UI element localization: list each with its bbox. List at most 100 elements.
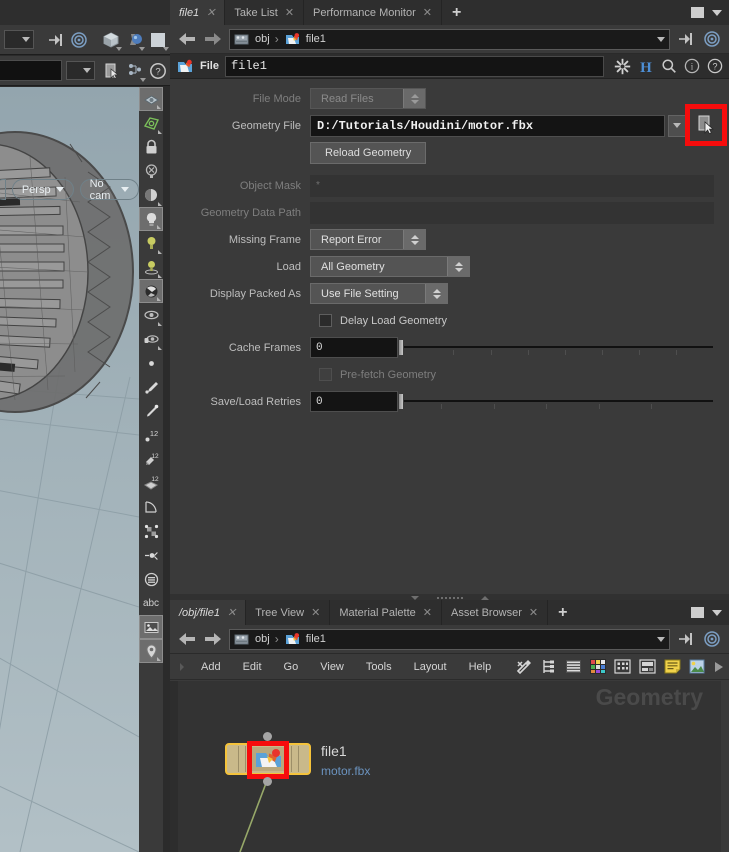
color-palette-icon[interactable]: [590, 659, 606, 674]
material-sphere-icon[interactable]: [139, 279, 163, 303]
hierarchy-icon[interactable]: [541, 658, 557, 675]
chevron-down-icon[interactable]: [657, 36, 665, 42]
menu-layout[interactable]: Layout: [403, 654, 458, 680]
close-icon[interactable]: ✕: [423, 6, 432, 19]
node-file1[interactable]: [225, 732, 311, 786]
play-arrow-icon[interactable]: [713, 660, 725, 674]
path-root[interactable]: obj: [255, 633, 270, 645]
network-vertical-scrollbar[interactable]: [170, 681, 178, 852]
geometry-data-path-input[interactable]: [310, 201, 714, 224]
splitter-expand-icon[interactable]: [480, 595, 489, 600]
chevron-down-icon[interactable]: [657, 636, 665, 642]
tab-performance-monitor[interactable]: Performance Monitor ✕: [304, 0, 442, 25]
lock-icon[interactable]: [139, 135, 163, 159]
close-icon[interactable]: ✕: [529, 606, 538, 619]
path-node[interactable]: file1: [306, 633, 326, 645]
file-chooser-pointer-icon[interactable]: [696, 115, 716, 135]
light-ball-icon[interactable]: [123, 28, 147, 52]
target-icon[interactable]: [702, 29, 722, 49]
close-icon[interactable]: ✕: [206, 6, 215, 19]
spinner-icon[interactable]: [403, 89, 425, 108]
menu-tools[interactable]: Tools: [355, 654, 403, 680]
close-icon[interactable]: ✕: [311, 606, 320, 619]
node-tree-icon[interactable]: [124, 59, 147, 83]
splitter-collapse-icon[interactable]: [410, 595, 419, 600]
forward-arrow-icon[interactable]: [203, 29, 223, 49]
image-plane-icon[interactable]: [139, 615, 163, 639]
transform-handle-icon[interactable]: [139, 519, 163, 543]
path-node[interactable]: file1: [306, 33, 326, 45]
viewport-filter-dropdown[interactable]: [66, 61, 96, 80]
help-icon[interactable]: ?: [707, 58, 723, 74]
param-row-delay-load-geometry[interactable]: Delay Load Geometry: [170, 309, 729, 332]
pointer-icon[interactable]: [101, 59, 124, 83]
reload-geometry-button[interactable]: Reload Geometry: [310, 141, 427, 164]
load-dropdown[interactable]: All Geometry: [310, 256, 470, 277]
save-load-retries-slider[interactable]: [398, 391, 713, 412]
node-name-field[interactable]: file1: [224, 55, 604, 77]
pin-icon[interactable]: [676, 29, 696, 49]
back-arrow-icon[interactable]: [177, 629, 197, 649]
polygon-12-icon[interactable]: 12: [139, 471, 163, 495]
menu-add[interactable]: Add: [190, 654, 232, 680]
brush-12-icon[interactable]: 12: [139, 447, 163, 471]
add-tab-button[interactable]: +: [548, 600, 577, 625]
viewport-3d-scene[interactable]: Persp No cam: [0, 87, 139, 852]
no-selection-icon[interactable]: [139, 159, 163, 183]
tools-wrench-icon[interactable]: [516, 658, 533, 675]
menu-help[interactable]: Help: [458, 654, 503, 680]
viewport-scrollbar[interactable]: [163, 87, 170, 852]
light-bulb-icon[interactable]: [139, 207, 163, 231]
pin-needle-icon[interactable]: [139, 399, 163, 423]
info-icon[interactable]: i: [684, 58, 700, 74]
cache-frames-slider[interactable]: [398, 337, 713, 358]
view-eye-lock-icon[interactable]: [139, 327, 163, 351]
cube-icon[interactable]: [99, 28, 123, 52]
network-canvas[interactable]: Geometry file1 motor.fbx: [178, 681, 721, 852]
gear-icon[interactable]: [614, 58, 631, 75]
curve-corner-icon[interactable]: [139, 495, 163, 519]
pin-icon[interactable]: [44, 28, 68, 52]
marker-pin-icon[interactable]: [139, 639, 163, 663]
file-mode-dropdown[interactable]: Read Files: [310, 88, 426, 109]
search-icon[interactable]: [661, 58, 677, 74]
menu-view[interactable]: View: [309, 654, 355, 680]
node-path-field[interactable]: obj › file1: [229, 28, 670, 50]
abc-text-icon[interactable]: abc: [139, 591, 163, 615]
pre-fetch-geometry-checkbox[interactable]: [319, 368, 332, 381]
target-icon[interactable]: [702, 629, 722, 649]
tab-file1[interactable]: file1 ✕: [170, 0, 226, 25]
viewport-layout-dropdown[interactable]: [4, 30, 34, 49]
help-icon[interactable]: ?: [147, 59, 170, 83]
close-icon[interactable]: ✕: [285, 6, 294, 19]
viewport-prev-view-button[interactable]: [0, 179, 6, 200]
slider-track[interactable]: [404, 391, 713, 412]
display-options-icon[interactable]: [139, 87, 163, 111]
point-icon[interactable]: [139, 351, 163, 375]
menu-edit[interactable]: Edit: [232, 654, 273, 680]
houdini-h-icon[interactable]: H: [638, 58, 654, 75]
close-icon[interactable]: ✕: [227, 606, 236, 619]
image-icon[interactable]: [689, 659, 705, 674]
add-tab-button[interactable]: +: [442, 0, 471, 25]
menu-scroll-left-icon[interactable]: [180, 662, 184, 671]
pane-menu-icon[interactable]: [712, 609, 722, 616]
tab-take-list[interactable]: Take List ✕: [225, 0, 305, 25]
shading-half-icon[interactable]: [139, 183, 163, 207]
tab-tree-view[interactable]: Tree View ✕: [246, 600, 331, 625]
node-input-port[interactable]: [263, 732, 272, 741]
pin-icon[interactable]: [676, 629, 696, 649]
forward-arrow-icon[interactable]: [203, 629, 223, 649]
maximize-icon[interactable]: [691, 607, 704, 618]
grid-snap-icon[interactable]: [139, 111, 163, 135]
close-icon[interactable]: ✕: [423, 606, 432, 619]
viewport-view-mode-button[interactable]: Persp: [11, 179, 74, 200]
geometry-file-dropdown[interactable]: [668, 114, 686, 137]
light-point-icon[interactable]: [139, 231, 163, 255]
slider-track[interactable]: [404, 337, 713, 358]
spinner-icon[interactable]: [403, 230, 425, 249]
spinner-icon[interactable]: [425, 284, 447, 303]
menu-go[interactable]: Go: [273, 654, 310, 680]
pivot-icon[interactable]: [139, 543, 163, 567]
disk-icon[interactable]: [139, 567, 163, 591]
